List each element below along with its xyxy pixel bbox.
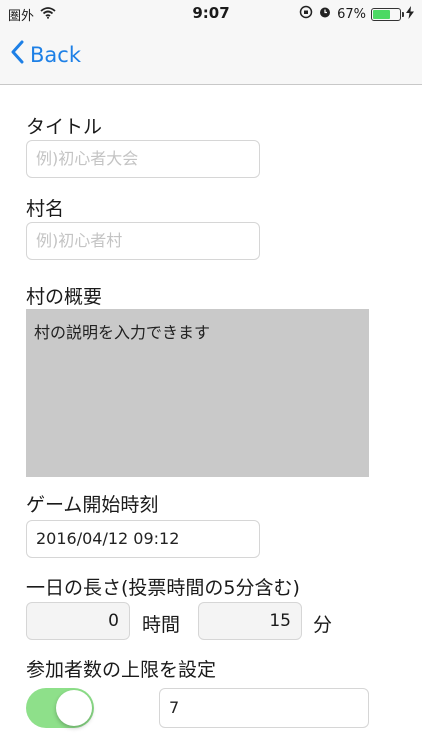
village-name-input[interactable]: 例)初心者村 bbox=[26, 222, 260, 260]
navigation-bar: Back bbox=[0, 28, 422, 85]
title-placeholder: 例)初心者大会 bbox=[36, 149, 139, 168]
battery-icon bbox=[371, 7, 404, 21]
battery-percent: 67% bbox=[337, 6, 366, 22]
start-time-value: 2016/04/12 09:12 bbox=[36, 529, 180, 548]
hours-value: 0 bbox=[108, 611, 119, 631]
max-players-value: 7 bbox=[169, 698, 180, 717]
village-name-label: 村名 bbox=[26, 198, 65, 220]
hours-input[interactable]: 0 bbox=[26, 602, 130, 640]
minutes-value: 15 bbox=[269, 611, 291, 631]
status-right: 67% bbox=[299, 5, 414, 23]
hours-unit-label: 時間 bbox=[142, 614, 181, 636]
title-label: タイトル bbox=[26, 116, 103, 138]
status-bar: 圏外 9:07 67% bbox=[0, 0, 422, 28]
toggle-knob bbox=[56, 690, 92, 726]
charging-icon bbox=[406, 5, 414, 23]
back-label: Back bbox=[30, 42, 81, 67]
day-length-label: 一日の長さ(投票時間の5分含む) bbox=[26, 577, 300, 599]
minutes-unit-label: 分 bbox=[313, 614, 333, 636]
back-button[interactable]: Back bbox=[10, 40, 81, 69]
title-input[interactable]: 例)初心者大会 bbox=[26, 140, 260, 178]
start-time-label: ゲーム開始時刻 bbox=[26, 494, 159, 516]
rotation-lock-icon bbox=[299, 5, 313, 23]
summary-label: 村の概要 bbox=[26, 286, 103, 308]
max-players-label: 参加者数の上限を設定 bbox=[26, 659, 217, 681]
chevron-left-icon bbox=[10, 40, 24, 69]
max-players-toggle[interactable] bbox=[26, 688, 94, 728]
alarm-icon bbox=[318, 5, 332, 23]
max-players-input[interactable]: 7 bbox=[159, 688, 369, 728]
start-time-input[interactable]: 2016/04/12 09:12 bbox=[26, 520, 260, 558]
village-name-placeholder: 例)初心者村 bbox=[36, 231, 123, 250]
summary-textarea[interactable]: 村の説明を入力できます bbox=[26, 309, 369, 477]
summary-text: 村の説明を入力できます bbox=[34, 323, 211, 342]
minutes-input[interactable]: 15 bbox=[198, 602, 302, 640]
